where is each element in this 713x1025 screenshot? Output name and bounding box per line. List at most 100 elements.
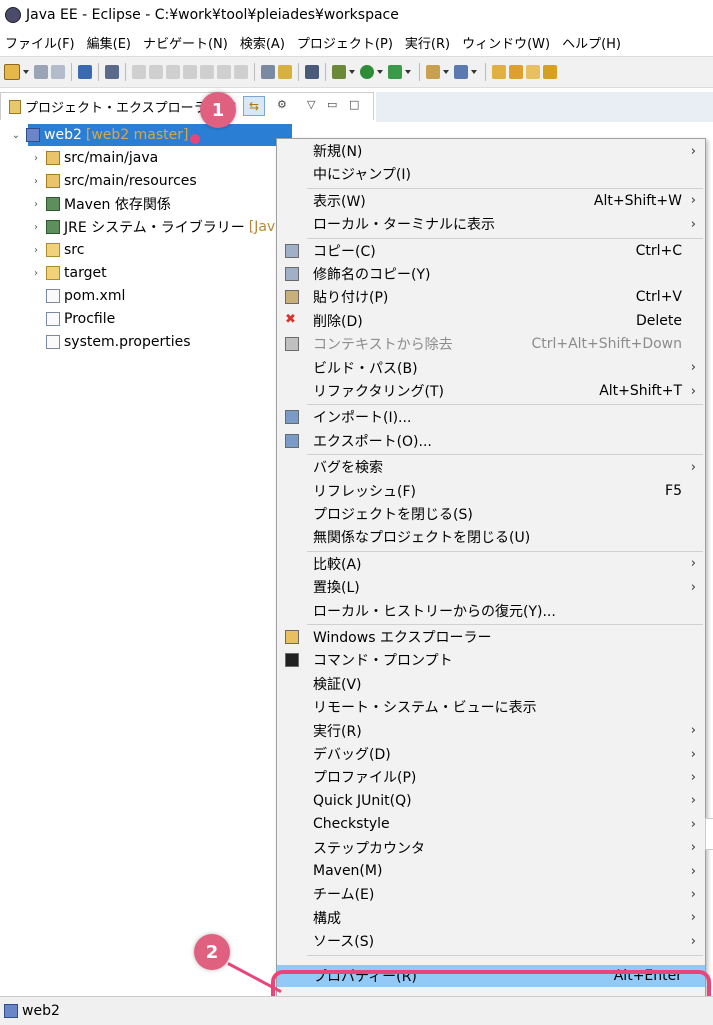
tree-item-src-main-resources[interactable]: › src/main/resources: [30, 170, 197, 192]
run-external-icon[interactable]: [388, 65, 402, 79]
open-type-icon[interactable]: [278, 65, 292, 79]
context-menu-item-26[interactable]: Windows エクスプローラー: [277, 626, 705, 648]
menu-item-label: Checkstyle: [313, 816, 390, 833]
tree-item-decoration: [web2 master]: [85, 127, 189, 143]
tree-item-jre-system-library[interactable]: › JRE システム・ライブラリー [JavaSE-1: [30, 216, 315, 238]
context-menu-item-8[interactable]: 貼り付け(P) Ctrl+V: [277, 286, 705, 308]
context-menu-item-22[interactable]: 比較(A) ›: [277, 553, 705, 575]
context-menu-item-3[interactable]: 表示(W) Alt+Shift+W ›: [277, 190, 705, 212]
open-folder-icon[interactable]: [492, 65, 506, 79]
open-resource-icon[interactable]: [526, 65, 540, 79]
context-menu-item-39[interactable]: ソース(S) ›: [277, 930, 705, 952]
search-pen-icon[interactable]: [543, 65, 557, 79]
step-into-icon[interactable]: [200, 65, 214, 79]
settings-gear-icon[interactable]: [305, 65, 319, 79]
resume-icon[interactable]: [132, 65, 146, 79]
step-over-icon[interactable]: [217, 65, 231, 79]
chevron-down-icon[interactable]: [405, 70, 411, 74]
project-explorer-tab[interactable]: プロジェクト・エクスプローラー ☒ ⇆ ⚙ ▽ ▭ □: [0, 92, 374, 120]
menu-navigate[interactable]: ナビゲート(N): [137, 33, 234, 52]
context-menu-item-9[interactable]: ✖ 削除(D) Delete: [277, 310, 705, 332]
step-return-icon[interactable]: [234, 65, 248, 79]
debug-icon[interactable]: [332, 65, 346, 79]
tree-item-src-main-java[interactable]: › src/main/java: [30, 147, 158, 169]
context-menu-item-24[interactable]: ローカル・ヒストリーからの復元(Y)...: [277, 600, 705, 622]
new-icon[interactable]: [4, 64, 20, 80]
context-menu-item-0[interactable]: 新規(N) ›: [277, 140, 705, 162]
menu-edit[interactable]: 編集(E): [81, 33, 137, 52]
menu-project[interactable]: プロジェクト(P): [291, 33, 399, 52]
new-java-class-icon[interactable]: [454, 65, 468, 79]
context-menu-item-30[interactable]: 実行(R) ›: [277, 720, 705, 742]
collapsed-chevron-icon[interactable]: ›: [30, 153, 42, 164]
toolbar-separator: [98, 63, 99, 81]
new-server-icon[interactable]: [426, 65, 440, 79]
copy-icon: [285, 243, 299, 258]
terminate-icon[interactable]: [166, 65, 180, 79]
run-icon[interactable]: [360, 65, 374, 79]
context-menu-item-33[interactable]: Quick JUnit(Q) ›: [277, 790, 705, 812]
save-icon[interactable]: [34, 65, 48, 79]
context-menu-item-18[interactable]: リフレッシュ(F) F5: [277, 480, 705, 502]
tree-item-target[interactable]: › target: [30, 262, 107, 284]
menu-item-label: 置換(L): [313, 580, 360, 597]
tree-item-src[interactable]: › src: [30, 239, 84, 261]
context-menu-item-7[interactable]: 修飾名のコピー(Y): [277, 263, 705, 285]
context-menu-item-20[interactable]: 無関係なプロジェクトを閉じる(U): [277, 526, 705, 548]
context-menu-item-6[interactable]: コピー(C) Ctrl+C: [277, 240, 705, 262]
console-icon[interactable]: [78, 65, 92, 79]
context-menu-item-29[interactable]: リモート・システム・ビューに表示: [277, 696, 705, 718]
context-menu-item-11[interactable]: ビルド・パス(B) ›: [277, 357, 705, 379]
context-menu-item-34[interactable]: Checkstyle ›: [277, 813, 705, 835]
maximize-icon[interactable]: □: [349, 98, 359, 111]
tree-item-web2[interactable]: ⌄ web2 [web2 master]: [10, 124, 189, 146]
context-menu-item-15[interactable]: エクスポート(O)...: [277, 430, 705, 452]
chevron-down-icon[interactable]: [443, 70, 449, 74]
context-menu-item-35[interactable]: ステップカウンタ ›: [277, 837, 705, 859]
suspend-icon[interactable]: [149, 65, 163, 79]
collapsed-chevron-icon[interactable]: ›: [30, 176, 42, 187]
disconnect-icon[interactable]: [183, 65, 197, 79]
context-menu-item-36[interactable]: Maven(M) ›: [277, 860, 705, 882]
skip-breakpoints-icon[interactable]: [105, 65, 119, 79]
link-with-editor-icon[interactable]: ⇆: [243, 96, 265, 116]
collapsed-chevron-icon[interactable]: ›: [30, 245, 42, 256]
context-menu-item-37[interactable]: チーム(E) ›: [277, 883, 705, 905]
menu-help[interactable]: ヘルプ(H): [556, 33, 627, 52]
chevron-down-icon[interactable]: [23, 70, 29, 74]
chevron-down-icon[interactable]: [377, 70, 383, 74]
context-menu-item-38[interactable]: 構成 ›: [277, 907, 705, 929]
tree-item-procfile[interactable]: Procfile: [42, 308, 115, 330]
menu-file[interactable]: ファイル(F): [0, 33, 81, 52]
tree-item-maven-dependencies[interactable]: › Maven 依存関係: [30, 193, 171, 215]
context-menu-item-19[interactable]: プロジェクトを閉じる(S): [277, 503, 705, 525]
context-menu-item-12[interactable]: リファクタリング(T) Alt+Shift+T ›: [277, 380, 705, 402]
collapsed-chevron-icon[interactable]: ›: [30, 222, 42, 233]
save-all-icon[interactable]: [51, 65, 65, 79]
context-menu-item-23[interactable]: 置換(L) ›: [277, 576, 705, 598]
context-menu-item-4[interactable]: ローカル・ターミナルに表示 ›: [277, 213, 705, 235]
view-dropdown-icon[interactable]: ▽: [307, 98, 315, 111]
expanded-chevron-icon[interactable]: ⌄: [10, 130, 22, 141]
menu-window[interactable]: ウィンドウ(W): [456, 33, 556, 52]
open-task-icon[interactable]: [509, 65, 523, 79]
menu-run[interactable]: 実行(R): [399, 33, 456, 52]
minimize-icon[interactable]: ▭: [327, 98, 337, 111]
context-menu-item-28[interactable]: 検証(V): [277, 673, 705, 695]
context-menu-item-14[interactable]: インポート(I)...: [277, 406, 705, 428]
context-menu-item-31[interactable]: デバッグ(D) ›: [277, 743, 705, 765]
chevron-down-icon[interactable]: [471, 70, 477, 74]
menu-search[interactable]: 検索(A): [234, 33, 291, 52]
chevron-down-icon[interactable]: [349, 70, 355, 74]
context-menu-item-17[interactable]: バグを検索 ›: [277, 456, 705, 478]
tree-item-system-properties[interactable]: system.properties: [42, 331, 191, 353]
collapsed-chevron-icon[interactable]: ›: [30, 268, 42, 279]
tree-item-pom-xml[interactable]: pom.xml: [42, 285, 125, 307]
use-step-filters-icon[interactable]: [261, 65, 275, 79]
context-menu-item-1[interactable]: 中にジャンプ(I): [277, 163, 705, 185]
context-menu-item-32[interactable]: プロファイル(P) ›: [277, 766, 705, 788]
collapsed-chevron-icon[interactable]: ›: [30, 199, 42, 210]
context-menu-item-27[interactable]: コマンド・プロンプト: [277, 649, 705, 671]
view-menu-icon[interactable]: ⚙: [277, 98, 287, 111]
submenu-chevron-icon: ›: [690, 840, 696, 856]
